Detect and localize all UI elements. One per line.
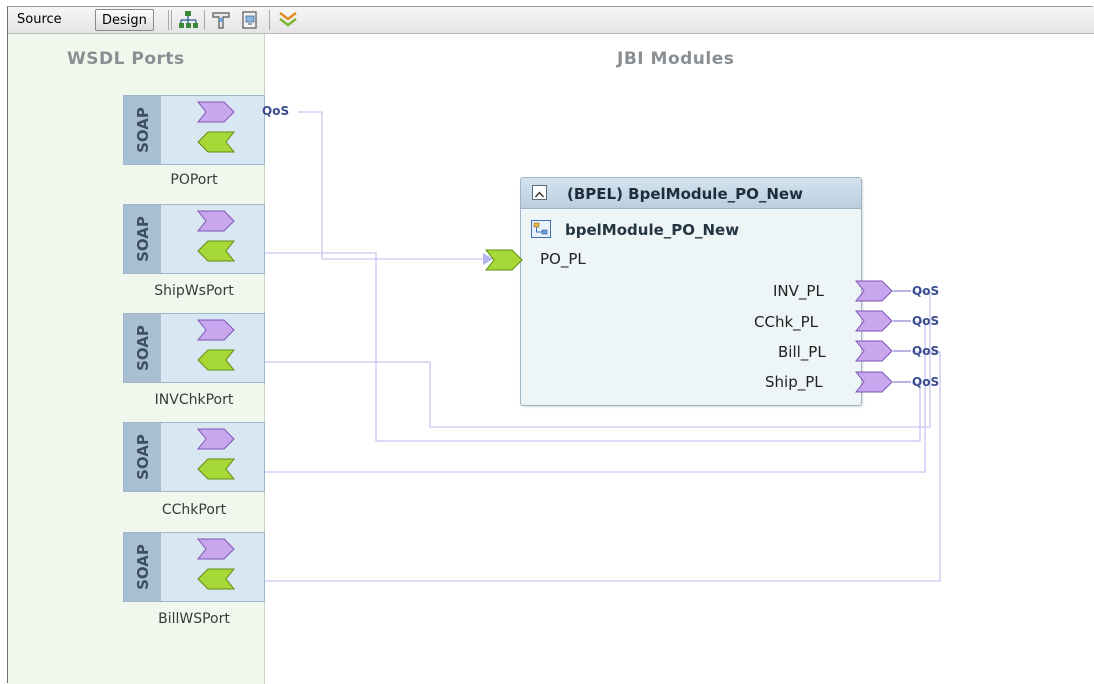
bpel-module-box[interactable]: (BPEL) BpelModule_PO_New bpelModule_PO_N…	[520, 177, 862, 406]
port-endpoints	[196, 428, 236, 480]
partnerlink-inv-pl[interactable]: INV_PL	[773, 282, 824, 300]
port-name-cchkport: CChkPort	[161, 502, 227, 518]
soap-binding-label: SOAP	[133, 216, 152, 262]
provider-arrow-icon[interactable]	[197, 131, 236, 153]
consumer-arrow-icon[interactable]	[854, 371, 893, 393]
qos-badge[interactable]: QoS	[912, 375, 939, 389]
provider-arrow-icon[interactable]	[197, 568, 236, 590]
qos-connectors	[893, 290, 911, 383]
wire-poport-po-pl	[298, 111, 483, 260]
soap-binding-label: SOAP	[133, 434, 152, 480]
provider-arrow-icon[interactable]	[197, 458, 236, 480]
soap-port-invchkport[interactable]: SOAP	[123, 313, 265, 383]
qos-badge[interactable]: QoS	[912, 314, 939, 328]
provider-arrow-icon[interactable]	[484, 249, 523, 271]
port-endpoints	[196, 101, 236, 153]
bpel-process-icon	[531, 220, 551, 238]
consumer-arrow-icon[interactable]	[196, 210, 235, 232]
port-name-invchkport: INVChkPort	[154, 392, 234, 408]
port-endpoints	[196, 538, 236, 590]
po-pl-endpoint	[484, 249, 523, 271]
partnerlink-po-pl[interactable]: PO_PL	[540, 250, 586, 268]
provider-arrow-icon[interactable]	[197, 240, 236, 262]
port-name-shipwsport: ShipWsPort	[154, 283, 234, 299]
partnerlink-ship-pl[interactable]: Ship_PL	[765, 373, 823, 391]
consumer-arrow-icon[interactable]	[854, 280, 893, 302]
module-header: (BPEL) BpelModule_PO_New	[521, 178, 861, 209]
port-name-billwsport: BillWSPort	[158, 611, 230, 627]
partnerlink-bill-pl[interactable]: Bill_PL	[778, 343, 826, 361]
soap-binding-label: SOAP	[133, 325, 152, 371]
partnerlink-cchk-pl[interactable]: CChk_PL	[754, 313, 818, 331]
soap-binding-label: SOAP	[133, 107, 152, 153]
soap-binding-label: SOAP	[133, 544, 152, 590]
qos-badge[interactable]: QoS	[912, 284, 939, 298]
port-name-poport: POPort	[170, 172, 218, 188]
qos-badge[interactable]: QoS	[912, 344, 939, 358]
port-endpoints	[196, 319, 236, 371]
consumer-arrow-icon[interactable]	[196, 101, 235, 123]
consumer-arrow-icon[interactable]	[196, 428, 235, 450]
consumer-arrow-icon[interactable]	[854, 310, 893, 332]
collapse-icon[interactable]	[532, 185, 547, 200]
soap-port-cchkport[interactable]: SOAP	[123, 422, 265, 492]
module-process-name: bpelModule_PO_New	[565, 221, 740, 239]
port-endpoints	[196, 210, 236, 262]
soap-port-shipwsport[interactable]: SOAP	[123, 204, 265, 274]
consumer-arrow-icon[interactable]	[854, 340, 893, 362]
consumer-arrow-icon[interactable]	[196, 319, 235, 341]
soap-port-poport[interactable]: SOAP	[123, 95, 265, 165]
consumer-arrow-icon[interactable]	[196, 538, 235, 560]
qos-badge[interactable]: QoS	[262, 104, 289, 118]
module-title: (BPEL) BpelModule_PO_New	[567, 185, 803, 203]
module-consumer-endpoints	[854, 280, 893, 393]
soap-port-billwsport[interactable]: SOAP	[123, 532, 265, 602]
provider-arrow-icon[interactable]	[197, 349, 236, 371]
